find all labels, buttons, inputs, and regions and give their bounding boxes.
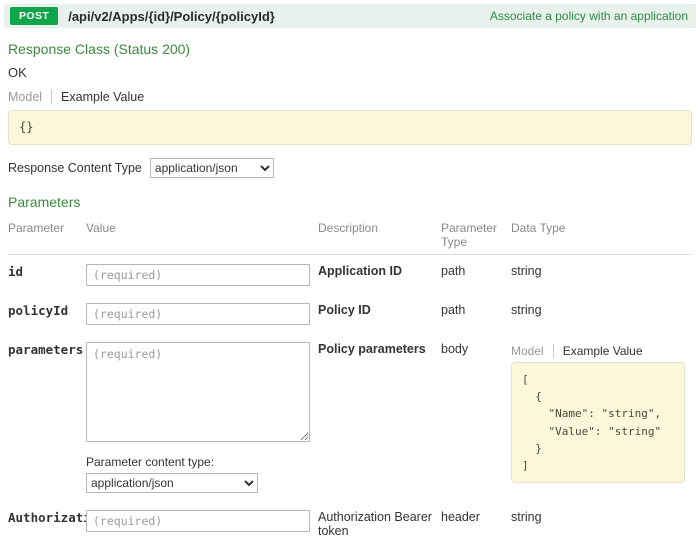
param-description: Policy parameters bbox=[318, 333, 441, 501]
tab-model[interactable]: Model bbox=[511, 344, 553, 358]
response-example-code: {} bbox=[8, 110, 692, 145]
param-id-input[interactable] bbox=[86, 264, 310, 286]
operation-path-link[interactable]: /api/v2/Apps/{id}/Policy/{policyId} bbox=[68, 9, 275, 24]
col-header-description: Description bbox=[318, 212, 441, 255]
body-param-tabs: ModelExample Value bbox=[511, 344, 684, 358]
response-content-type-row: Response Content Type application/json bbox=[8, 158, 692, 178]
param-row-parameters: parameters Parameter content type: appli… bbox=[8, 333, 692, 501]
col-header-parameter-type: Parameter Type bbox=[441, 212, 511, 255]
response-content-type-select[interactable]: application/json bbox=[150, 158, 274, 178]
tab-example-value[interactable]: Example Value bbox=[553, 344, 652, 358]
operation-body: Response Class (Status 200) OK ModelExam… bbox=[0, 41, 700, 556]
response-tabs: ModelExample Value bbox=[8, 90, 692, 105]
response-status-text: OK bbox=[8, 65, 692, 80]
parameter-content-type-select[interactable]: application/json bbox=[86, 473, 258, 493]
param-policyid-input[interactable] bbox=[86, 303, 310, 325]
parameters-header-row: Parameter Value Description Parameter Ty… bbox=[8, 212, 692, 255]
response-class-heading: Response Class (Status 200) bbox=[8, 41, 692, 57]
param-name: Authorization bbox=[8, 501, 86, 546]
operation-header[interactable]: POST /api/v2/Apps/{id}/Policy/{policyId}… bbox=[4, 4, 696, 28]
body-param-example-code: [ { "Name": "string", "Value": "string" … bbox=[511, 362, 685, 482]
operation-summary-link[interactable]: Associate a policy with an application bbox=[490, 9, 690, 23]
response-content-type-label: Response Content Type bbox=[8, 161, 142, 175]
parameters-table: Parameter Value Description Parameter Ty… bbox=[8, 212, 692, 546]
param-row-authorization: Authorization Authorization Bearer token… bbox=[8, 501, 692, 546]
col-header-data-type: Data Type bbox=[511, 212, 692, 255]
param-type: path bbox=[441, 255, 511, 295]
param-name: policyId bbox=[8, 294, 86, 333]
method-badge: POST bbox=[10, 7, 58, 25]
param-type: path bbox=[441, 294, 511, 333]
param-data-type: string bbox=[511, 294, 692, 333]
tab-example-value[interactable]: Example Value bbox=[51, 90, 153, 104]
tab-model[interactable]: Model bbox=[8, 90, 51, 104]
param-description: Policy ID bbox=[318, 294, 441, 333]
param-parameters-textarea[interactable] bbox=[86, 342, 310, 442]
param-description: Authorization Bearer token bbox=[318, 501, 441, 546]
param-data-type: string bbox=[511, 501, 692, 546]
param-description: Application ID bbox=[318, 255, 441, 295]
param-type: body bbox=[441, 333, 511, 501]
param-type: header bbox=[441, 501, 511, 546]
col-header-value: Value bbox=[86, 212, 318, 255]
param-row-policyid: policyId Policy ID path string bbox=[8, 294, 692, 333]
param-authorization-input[interactable] bbox=[86, 510, 310, 532]
parameter-content-type-label: Parameter content type: bbox=[86, 455, 310, 469]
col-header-parameter: Parameter bbox=[8, 212, 86, 255]
param-name: id bbox=[8, 255, 86, 295]
param-name: parameters bbox=[8, 333, 86, 501]
param-row-id: id Application ID path string bbox=[8, 255, 692, 295]
parameters-heading: Parameters bbox=[8, 194, 692, 210]
param-data-type: string bbox=[511, 255, 692, 295]
swagger-operation: POST /api/v2/Apps/{id}/Policy/{policyId}… bbox=[0, 4, 700, 556]
